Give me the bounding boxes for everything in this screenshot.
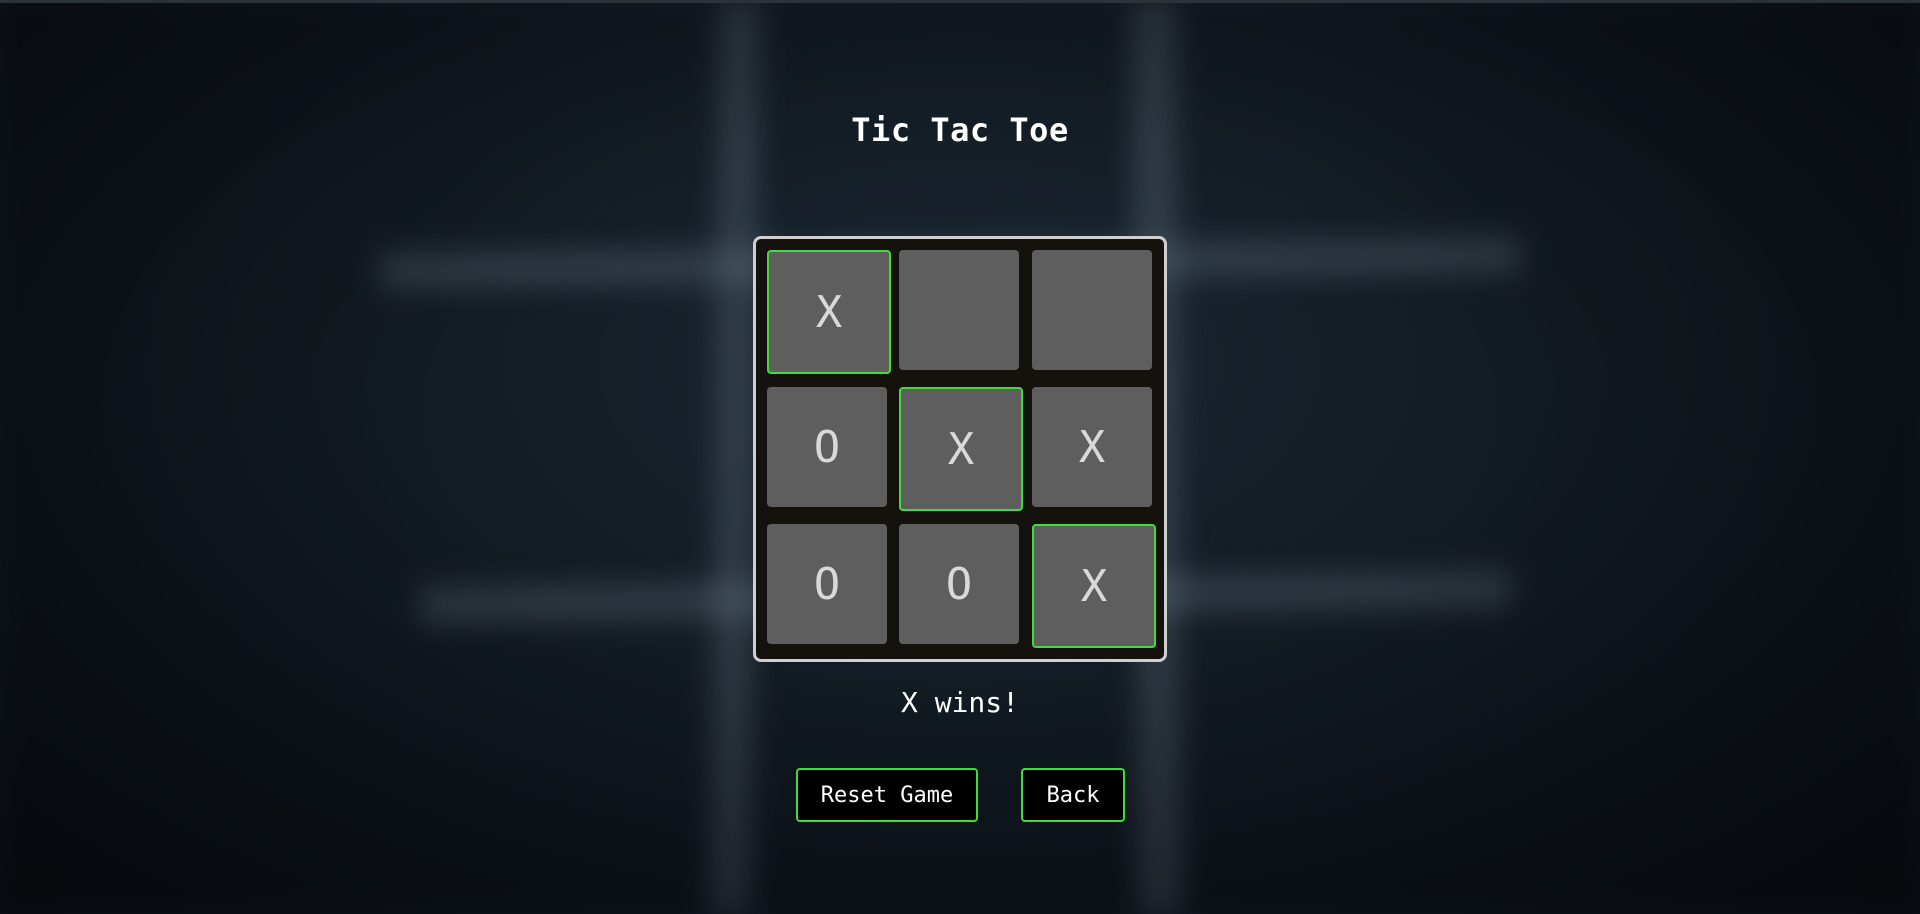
game-screen: Tic Tac Toe X O X X O O X X wins! Reset … bbox=[0, 0, 1920, 914]
cell-mark: O bbox=[813, 421, 841, 473]
page-title: Tic Tac Toe bbox=[851, 111, 1069, 149]
cell-mark: X bbox=[1078, 421, 1106, 473]
board-cell-2[interactable] bbox=[899, 250, 1019, 370]
board-cell-9[interactable]: X bbox=[1032, 524, 1156, 648]
board-cell-1[interactable]: X bbox=[767, 250, 891, 374]
board-cell-6[interactable]: X bbox=[1032, 387, 1152, 507]
game-board: X O X X O O X bbox=[753, 236, 1167, 662]
board-cell-5[interactable]: X bbox=[899, 387, 1023, 511]
cell-mark: X bbox=[815, 286, 843, 338]
cell-mark: O bbox=[945, 558, 973, 610]
cell-mark: X bbox=[947, 423, 975, 475]
board-cell-3[interactable] bbox=[1032, 250, 1152, 370]
back-button[interactable]: Back bbox=[1021, 768, 1125, 822]
game-status-message: X wins! bbox=[900, 686, 1019, 719]
board-cell-8[interactable]: O bbox=[899, 524, 1019, 644]
cell-mark: X bbox=[1080, 560, 1108, 612]
board-cell-4[interactable]: O bbox=[767, 387, 887, 507]
reset-game-button[interactable]: Reset Game bbox=[796, 768, 978, 822]
board-cell-7[interactable]: O bbox=[767, 524, 887, 644]
cell-mark: O bbox=[813, 558, 841, 610]
